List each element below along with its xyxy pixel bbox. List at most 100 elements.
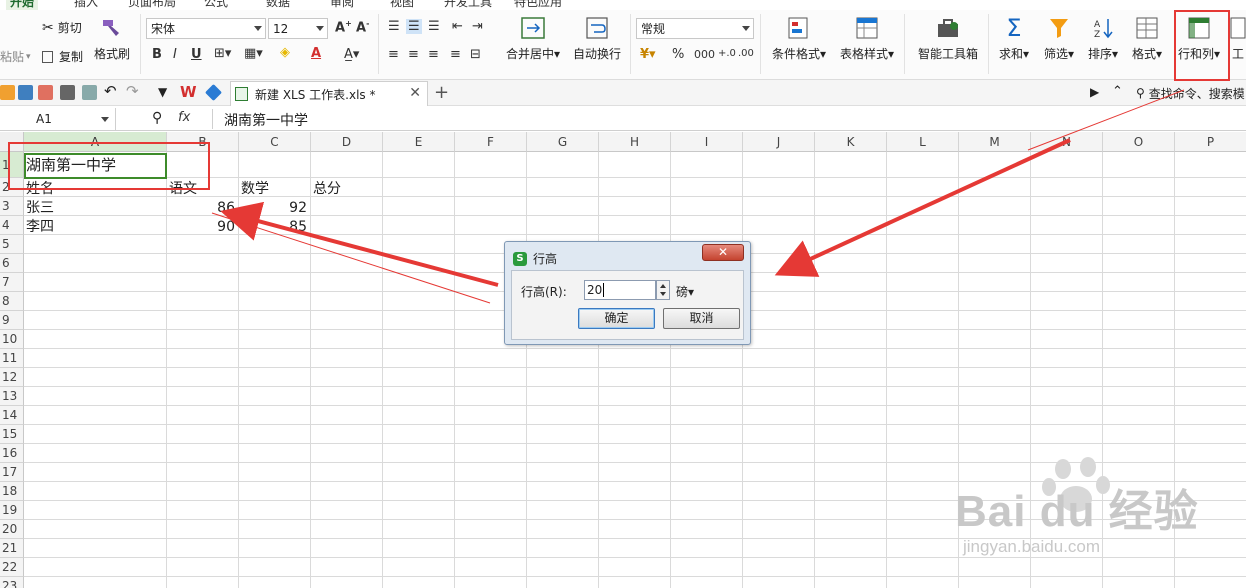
percent-button[interactable]: % bbox=[672, 47, 684, 62]
wrap-text-button[interactable]: 自动换行 bbox=[570, 16, 624, 62]
tab-page-layout[interactable]: 页面布局 bbox=[128, 0, 176, 10]
format-painter-button[interactable]: 格式刷 bbox=[92, 16, 132, 62]
conditional-format-button[interactable]: 条件格式▾ bbox=[768, 16, 830, 62]
tab-review[interactable]: 审阅 bbox=[330, 0, 354, 10]
cell-c2[interactable]: 数学 bbox=[241, 180, 307, 198]
column-header-o[interactable]: O bbox=[1103, 132, 1175, 152]
column-header-i[interactable]: I bbox=[671, 132, 743, 152]
cell-c4[interactable]: 85 bbox=[241, 218, 307, 236]
column-header-n[interactable]: N bbox=[1031, 132, 1103, 152]
row-header-21[interactable]: 21 bbox=[0, 539, 24, 558]
column-header-j[interactable]: J bbox=[743, 132, 815, 152]
tab-data[interactable]: 数据 bbox=[266, 0, 290, 10]
align-middle-icon[interactable]: ☰ bbox=[406, 19, 422, 34]
tab-special-apps[interactable]: 特色应用 bbox=[514, 0, 562, 10]
row-header-6[interactable]: 6 bbox=[0, 254, 24, 273]
align-center-icon[interactable]: ≡ bbox=[408, 47, 419, 62]
cloud-cube-icon[interactable] bbox=[205, 84, 222, 101]
font-name-select[interactable]: 宋体 bbox=[146, 18, 266, 39]
row-header-13[interactable]: 13 bbox=[0, 387, 24, 406]
tab-insert[interactable]: 插入 bbox=[74, 0, 98, 10]
row-header-23[interactable]: 23 bbox=[0, 577, 24, 588]
cell-d2[interactable]: 总分 bbox=[313, 180, 379, 198]
column-header-d[interactable]: D bbox=[311, 132, 383, 152]
ok-button[interactable]: 确定 bbox=[578, 308, 655, 329]
sum-button[interactable]: Σ 求和▾ bbox=[996, 16, 1032, 62]
border-icon[interactable]: ⊞▾ bbox=[214, 46, 231, 61]
row-height-input[interactable]: 20 bbox=[584, 280, 656, 300]
cell-a3[interactable]: 张三 bbox=[26, 199, 163, 217]
filter-button[interactable]: 筛选▾ bbox=[1040, 16, 1078, 62]
smart-toolbox-button[interactable]: 智能工具箱 bbox=[914, 16, 982, 62]
cut-button[interactable]: ✂ 剪切 bbox=[42, 19, 82, 36]
currency-icon[interactable]: ¥▾ bbox=[640, 47, 656, 62]
font-size-select[interactable]: 12 bbox=[268, 18, 328, 39]
table-style-button[interactable]: 表格样式▾ bbox=[836, 16, 898, 62]
row-header-7[interactable]: 7 bbox=[0, 273, 24, 292]
align-bottom-icon[interactable]: ☰ bbox=[428, 19, 440, 34]
cell-b4[interactable]: 90 bbox=[169, 218, 235, 236]
column-header-l[interactable]: L bbox=[887, 132, 959, 152]
indent-decrease-icon[interactable]: ⇤ bbox=[452, 19, 463, 34]
fill-color-icon[interactable]: ◈ bbox=[280, 45, 290, 60]
row-header-19[interactable]: 19 bbox=[0, 501, 24, 520]
column-header-k[interactable]: K bbox=[815, 132, 887, 152]
tab-start[interactable]: 开始 bbox=[6, 0, 39, 10]
merge-center-button[interactable]: 合并居中▾ bbox=[502, 16, 564, 62]
column-header-p[interactable]: P bbox=[1175, 132, 1246, 152]
copy-button[interactable]: 复制 bbox=[42, 48, 83, 65]
cell-a4[interactable]: 李四 bbox=[26, 218, 163, 236]
spin-down-icon[interactable] bbox=[660, 292, 666, 296]
row-header-14[interactable]: 14 bbox=[0, 406, 24, 425]
font-shrink-icon[interactable]: A- bbox=[356, 19, 369, 35]
row-header-4[interactable]: 4 bbox=[0, 216, 24, 235]
column-header-g[interactable]: G bbox=[527, 132, 599, 152]
font-grow-icon[interactable]: A+ bbox=[335, 19, 352, 35]
document-tab[interactable]: 新建 XLS 工作表.xls * ✕ bbox=[230, 81, 428, 106]
open-folder-icon[interactable] bbox=[0, 85, 15, 100]
print-preview-icon[interactable] bbox=[82, 85, 97, 100]
decrease-decimal-icon[interactable]: .00 bbox=[738, 48, 754, 59]
print-icon[interactable] bbox=[60, 85, 75, 100]
column-header-f[interactable]: F bbox=[455, 132, 527, 152]
row-header-16[interactable]: 16 bbox=[0, 444, 24, 463]
cell-c3[interactable]: 92 bbox=[241, 199, 307, 217]
row-header-18[interactable]: 18 bbox=[0, 482, 24, 501]
align-right-icon[interactable]: ≡ bbox=[428, 47, 439, 62]
row-header-12[interactable]: 12 bbox=[0, 368, 24, 387]
row-header-5[interactable]: 5 bbox=[0, 235, 24, 254]
unit-select[interactable]: 磅▾ bbox=[676, 283, 694, 300]
fx-icon[interactable]: fx bbox=[178, 110, 190, 125]
tab-view[interactable]: 视图 bbox=[390, 0, 414, 10]
italic-icon[interactable]: I bbox=[173, 47, 177, 62]
number-format-select[interactable]: 常规 bbox=[636, 18, 754, 39]
row-header-20[interactable]: 20 bbox=[0, 520, 24, 539]
clear-format-icon[interactable]: A̲▾ bbox=[344, 47, 359, 62]
format-button[interactable]: 格式▾ bbox=[1128, 16, 1166, 62]
cancel-button[interactable]: 取消 bbox=[663, 308, 740, 329]
collapse-ribbon-icon[interactable]: ⌃ bbox=[1112, 84, 1123, 99]
indent-increase-icon[interactable]: ⇥ bbox=[472, 19, 483, 34]
undo-icon[interactable]: ↶ bbox=[104, 82, 117, 100]
row-header-22[interactable]: 22 bbox=[0, 558, 24, 577]
align-left-icon[interactable]: ≡ bbox=[388, 47, 399, 62]
new-tab-icon[interactable]: + bbox=[434, 82, 449, 103]
align-top-icon[interactable]: ☰ bbox=[388, 19, 400, 34]
close-tab-icon[interactable]: ✕ bbox=[409, 85, 421, 101]
row-header-11[interactable]: 11 bbox=[0, 349, 24, 368]
spin-up-icon[interactable] bbox=[660, 284, 666, 288]
underline-icon[interactable]: U bbox=[191, 47, 202, 62]
wps-logo-icon[interactable]: W bbox=[180, 83, 197, 101]
dialog-close-button[interactable]: ✕ bbox=[702, 244, 744, 261]
fill-grid-icon[interactable]: ▦▾ bbox=[244, 46, 263, 61]
paste-button[interactable]: 粘贴 ▾ bbox=[0, 48, 31, 65]
row-header-3[interactable]: 3 bbox=[0, 197, 24, 216]
sort-button[interactable]: AZ 排序▾ bbox=[1084, 16, 1122, 62]
bold-icon[interactable]: B bbox=[152, 47, 162, 62]
column-header-h[interactable]: H bbox=[599, 132, 671, 152]
zoom-search-icon[interactable]: ⚲ bbox=[152, 110, 162, 126]
thousands-icon[interactable]: 000 bbox=[694, 48, 715, 61]
font-color-icon[interactable]: A bbox=[311, 46, 321, 61]
save-icon[interactable] bbox=[18, 85, 33, 100]
row-header-17[interactable]: 17 bbox=[0, 463, 24, 482]
